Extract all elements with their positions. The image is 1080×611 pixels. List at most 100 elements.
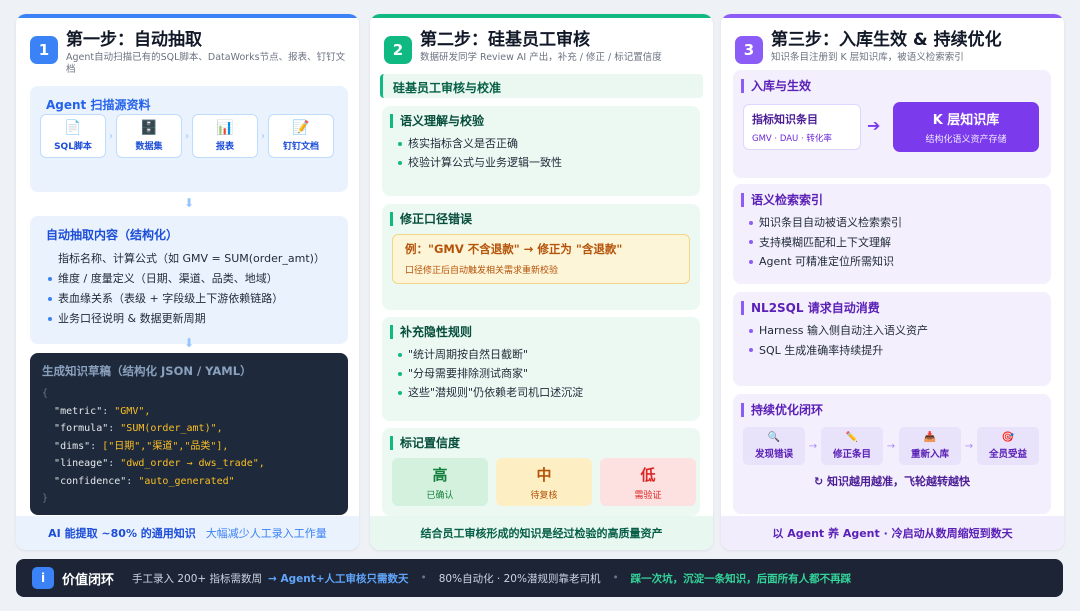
source-list: 📄 SQL脚本 › 🗄️ 数据集 › 📊 报表 › 📝 钉钉文档 <box>40 114 334 158</box>
fix-definition-title: 修正口径错误 <box>390 212 700 226</box>
value-loop-bar: i 价值闭环 手工录入 200+ 指标需数周 → Agent+人工审核只需数天 … <box>16 559 1063 597</box>
hidden-rules-title: 补充隐性规则 <box>390 325 700 339</box>
hidden-rules-panel: 补充隐性规则 "统计周期按自然日截断" "分母需要排除测试商家" 这些"潜规则"… <box>382 317 700 421</box>
bullet-icon <box>48 317 52 321</box>
step1-card: 1 第一步：自动抽取 Agent自动扫描已有的SQL脚本、DataWorks节点… <box>16 14 359 550</box>
extract-content-panel: 自动抽取内容（结构化） 指标名称、计算公式（如 GMV = SUM(order_… <box>30 216 348 344</box>
loop-step-reingest: 📥 重新入库 <box>899 427 961 465</box>
confidence-medium: 中 待复核 <box>496 458 592 506</box>
step2-number-badge: 2 <box>384 36 412 64</box>
arrow-down-icon: ⬇ <box>184 336 195 350</box>
confidence-low: 低 需验证 <box>600 458 696 506</box>
bar-chart-icon: 📊 <box>216 119 234 136</box>
list-item: SQL 生成准确率持续提升 <box>749 341 1051 361</box>
loop-step-all-benefit: 🎯 全员受益 <box>977 427 1039 465</box>
source-dingtalk-doc: 📝 钉钉文档 <box>268 114 334 158</box>
source-sql-script: 📄 SQL脚本 <box>40 114 106 158</box>
ingest-panel: 入库与生效 指标知识条目 GMV · DAU · 转化率 ➔ K 层知识库 结构… <box>733 70 1051 178</box>
memo-icon: 📝 <box>292 119 310 136</box>
fix-example-text: 例："GMV 不含退款" → 修正为 "含退款" <box>405 242 623 256</box>
value-loop-before: 手工录入 200+ 指标需数周 <box>132 572 263 585</box>
list-item: 支持模糊匹配和上下文理解 <box>749 233 1051 253</box>
optimization-loop-title: 持续优化闭环 <box>741 403 1051 417</box>
loop-caption: ↻ 知识越用越准，飞轮越转越快 <box>813 475 971 488</box>
source-label: 钉钉文档 <box>282 141 319 152</box>
step3-footer: 以 Agent 养 Agent · 冷启动从数周缩短到数天 <box>721 516 1064 550</box>
step3-subtitle: 知识条目注册到 K 层知识库，被语义检索索引 <box>771 52 964 63</box>
kb-sub: 结构化语义资产存储 <box>925 135 1007 145</box>
review-section-header: 硅基员工审核与校准 <box>380 74 703 98</box>
step1-footer: AI 能提取 ~80% 的通用知识 大幅减少人工录入工作量 <box>16 516 359 550</box>
metric-entry-sub: GMV · DAU · 转化率 <box>752 134 832 144</box>
bullet-icon <box>398 352 402 357</box>
step1-footer-main: AI 能提取 ~80% 的通用知识 <box>48 527 196 540</box>
bullet-icon <box>48 297 52 301</box>
metric-entry-title: 指标知识条目 <box>752 113 818 126</box>
list-item: Harness 输入侧自动注入语义资产 <box>749 321 1051 341</box>
metric-entry-box: 指标知识条目 GMV · DAU · 转化率 <box>743 104 861 150</box>
step3-footer-text: 以 Agent 养 Agent · 冷启动从数周缩短到数天 <box>772 527 1013 540</box>
bullet-icon <box>749 220 753 225</box>
value-loop-motto: 踩一次坑，沉淀一条知识，后面所有人都不再踩 <box>630 572 852 585</box>
bullet-icon <box>48 277 52 281</box>
list-item: "统计周期按自然日截断" <box>398 345 700 364</box>
bullet-icon <box>398 390 402 395</box>
target-icon: 🎯 <box>1001 431 1015 443</box>
arrow-right-icon: ➔ <box>867 116 881 135</box>
arrow-down-icon: ⬇ <box>184 196 195 210</box>
confidence-panel: 标记置信度 高 已确认 中 待复核 低 需验证 <box>382 428 700 516</box>
list-item: 业务口径说明 & 数据更新周期 <box>48 309 348 329</box>
fix-example-callout: 例："GMV 不含退款" → 修正为 "含退款" 口径修正后自动触发相关需求重新… <box>392 234 690 284</box>
step3-title: 第三步：入库生效 & 持续优化 <box>771 30 1002 50</box>
bullet-icon <box>749 348 753 353</box>
inbox-icon: 📥 <box>923 431 937 443</box>
semantic-index-title: 语义检索索引 <box>741 193 1051 207</box>
separator-dot: • <box>612 572 619 584</box>
arrow-right-icon: → <box>808 440 818 452</box>
step3-card: 3 第三步：入库生效 & 持续优化 知识条目注册到 K 层知识库，被语义检索索引… <box>721 14 1064 550</box>
value-loop-title: 价值闭环 <box>62 572 115 588</box>
cabinet-icon: 🗄️ <box>140 119 158 136</box>
step1-title: 第一步：自动抽取 <box>66 30 202 50</box>
extract-list: 指标名称、计算公式（如 GMV = SUM(order_amt)） 维度 / 度… <box>30 243 348 329</box>
list-item: 表血缘关系（表级 + 字段级上下游依赖链路） <box>48 289 348 309</box>
semantic-index-panel: 语义检索索引 知识条目自动被语义检索索引 支持模糊匹配和上下文理解 Agent … <box>733 184 1051 284</box>
knowledge-draft-panel: 生成知识草稿（结构化 JSON / YAML） { "metric": "GMV… <box>30 353 348 515</box>
step2-card: 2 第二步：硅基员工审核 数据研发同学 Review AI 产出，补充 / 修正… <box>370 14 713 550</box>
nl2sql-title: NL2SQL 请求自动消费 <box>741 301 1051 315</box>
knowledge-draft-title: 生成知识草稿（结构化 JSON / YAML） <box>42 364 252 378</box>
bullet-icon <box>398 371 402 376</box>
list-item: 维度 / 度量定义（日期、渠道、品类、地域） <box>48 269 348 289</box>
kb-title: K 层知识库 <box>932 113 1000 128</box>
semantic-check-title: 语义理解与校验 <box>390 114 700 128</box>
step3-number-badge: 3 <box>735 36 763 64</box>
confidence-title: 标记置信度 <box>390 436 700 450</box>
chevron-right-icon: › <box>261 130 265 142</box>
list-item: 这些"潜规则"仍依赖老司机口述沉淀 <box>398 383 700 402</box>
step1-number-badge: 1 <box>30 36 58 64</box>
bullet-icon <box>749 259 753 264</box>
step1-header: 1 第一步：自动抽取 Agent自动扫描已有的SQL脚本、DataWorks节点… <box>16 18 359 82</box>
step1-footer-sub: 大幅减少人工录入工作量 <box>205 527 327 540</box>
source-label: 数据集 <box>135 141 163 152</box>
list-item: 指标名称、计算公式（如 GMV = SUM(order_amt)） <box>58 252 325 265</box>
source-report: 📊 报表 <box>192 114 258 158</box>
k-layer-knowledge-base: K 层知识库 结构化语义资产存储 <box>893 102 1039 152</box>
bullet-icon <box>749 240 753 245</box>
list-item: "分母需要排除测试商家" <box>398 364 700 383</box>
scan-sources-panel: Agent 扫描源资料 📄 SQL脚本 › 🗄️ 数据集 › 📊 报表 › 📝 … <box>30 86 348 192</box>
value-loop-after: → Agent+人工审核只需数天 <box>268 572 409 585</box>
optimization-loop-panel: 持续优化闭环 🔍 发现错误 → ✏️ 修正条目 → 📥 重新入库 → 🎯 全员受… <box>733 394 1051 514</box>
chevron-right-icon: › <box>185 130 189 142</box>
ingest-title: 入库与生效 <box>741 79 1051 93</box>
arrow-right-icon: → <box>886 440 896 452</box>
loop-steps: 🔍 发现错误 → ✏️ 修正条目 → 📥 重新入库 → 🎯 全员受益 <box>733 417 1051 465</box>
fix-example-note: 口径修正后自动触发相关需求重新校验 <box>405 266 559 276</box>
nl2sql-panel: NL2SQL 请求自动消费 Harness 输入侧自动注入语义资产 SQL 生成… <box>733 292 1051 386</box>
magnifier-icon: 🔍 <box>767 431 781 443</box>
chevron-right-icon: › <box>109 130 113 142</box>
loop-step-fix-entry: ✏️ 修正条目 <box>821 427 883 465</box>
pencil-icon: ✏️ <box>845 431 859 443</box>
step2-subtitle: 数据研发同学 Review AI 产出，补充 / 修正 / 标记置信度 <box>420 52 662 63</box>
list-item: 校验计算公式与业务逻辑一致性 <box>398 153 700 172</box>
